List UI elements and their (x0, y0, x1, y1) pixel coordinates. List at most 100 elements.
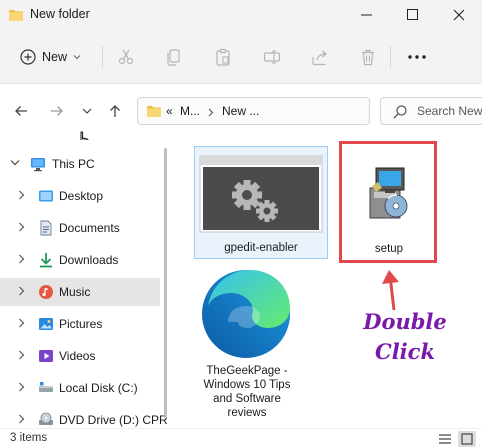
file-item-thegeekpage[interactable]: TheGeekPage - Windows 10 Tips and Softwa… (192, 260, 302, 420)
cut-button[interactable] (113, 44, 139, 70)
videos-icon (39, 350, 53, 362)
arrow-left-icon (15, 106, 27, 116)
file-name-line: and Software (213, 393, 281, 405)
toolbar-divider (390, 46, 391, 68)
details-view-icon (439, 434, 451, 444)
documents-icon (40, 220, 52, 236)
download-icon (40, 253, 52, 268)
paste-icon (216, 48, 230, 66)
folder-icon (146, 104, 162, 121)
monitor-icon (31, 158, 45, 172)
sidebar-item-desktop[interactable]: Desktop (0, 182, 160, 210)
copy-icon (167, 49, 180, 66)
double-click-annotation: Double Click (345, 307, 465, 367)
delete-button[interactable] (355, 44, 381, 70)
large-icons-view-icon (461, 433, 473, 445)
breadcrumb-segment[interactable]: New ... (222, 104, 259, 118)
chevron-right-icon (19, 222, 25, 232)
back-button[interactable] (10, 99, 32, 123)
sidebar-item-label: Local Disk (C:) (59, 381, 138, 395)
chevron-right-icon (208, 108, 214, 117)
navigation-pane: This PC Desktop Documents Downloads Musi… (0, 140, 168, 428)
plus-circle-icon (20, 49, 36, 65)
paste-button[interactable] (210, 44, 236, 70)
sidebar-item-label: Pictures (59, 317, 103, 331)
file-name: gpedit-enabler (224, 242, 298, 254)
music-icon (39, 285, 53, 299)
chevron-right-icon (19, 318, 25, 328)
maximize-icon (407, 9, 418, 20)
maximize-button[interactable] (390, 0, 436, 30)
dvd-icon (39, 412, 53, 425)
chevron-down-icon (10, 160, 20, 166)
cut-icon (118, 49, 134, 65)
sidebar-item-pictures[interactable]: Pictures (0, 310, 160, 338)
chevron-right-icon (19, 190, 25, 200)
highlight-box (339, 141, 437, 263)
breadcrumb-segment[interactable]: M... (180, 104, 200, 118)
file-list: gpedit-enabler setup TheGeekPage - Windo… (172, 140, 482, 428)
new-button[interactable]: New (14, 43, 87, 71)
delete-icon (362, 49, 374, 66)
sidebar-item-label: Downloads (59, 253, 119, 267)
search-box[interactable]: Search New (380, 97, 482, 125)
title-bar: New folder (0, 0, 482, 30)
chevron-down-icon (73, 55, 81, 60)
sidebar-item-label: This PC (52, 157, 95, 171)
sidebar-item-label: Videos (59, 349, 96, 363)
new-button-label: New (42, 50, 68, 64)
settings-app-icon (199, 155, 323, 233)
sidebar-scrollbar[interactable] (164, 148, 167, 418)
arrow-right-icon (51, 106, 63, 116)
sidebar-item-this-pc[interactable]: This PC (0, 150, 160, 178)
pictures-icon (39, 318, 53, 330)
annotation-arrow-icon (382, 270, 399, 311)
sidebar-item-label: Documents (59, 221, 120, 235)
search-icon (393, 105, 407, 119)
desktop-icon (39, 190, 53, 202)
chevron-right-icon (19, 350, 25, 360)
sidebar-item-label: Music (59, 285, 91, 299)
file-item-gpedit-enabler[interactable]: gpedit-enabler (194, 146, 328, 259)
minimize-button[interactable] (344, 0, 390, 30)
chevron-right-icon (19, 286, 25, 296)
file-name-line: TheGeekPage - (206, 365, 288, 377)
close-icon (453, 9, 465, 21)
edge-icon (202, 270, 290, 358)
address-bar[interactable]: « M... New ... (137, 97, 370, 125)
more-options-button[interactable] (404, 44, 430, 70)
chevron-right-icon (19, 254, 25, 264)
large-icons-view-button[interactable] (458, 431, 476, 447)
forward-button[interactable] (46, 99, 68, 123)
window-title: New folder (30, 7, 90, 21)
up-button[interactable] (104, 99, 126, 123)
sidebar-item-documents[interactable]: Documents (0, 214, 160, 242)
sidebar-item-music[interactable]: Music (0, 278, 160, 306)
rename-icon (263, 50, 281, 64)
copy-button[interactable] (161, 44, 187, 70)
sidebar-item-dvd-drive[interactable]: DVD Drive (D:) CPR (0, 406, 168, 428)
recent-locations-button[interactable] (76, 99, 98, 123)
item-count: 3 items (10, 432, 48, 444)
details-view-button[interactable] (436, 431, 454, 447)
address-row: « M... New ... Search New (0, 85, 482, 137)
sidebar-item-downloads[interactable]: Downloads (0, 246, 160, 274)
rename-button[interactable] (259, 44, 285, 70)
sidebar-item-label: Desktop (59, 189, 104, 203)
toolbar-divider (102, 46, 103, 68)
chevron-down-icon (82, 108, 92, 114)
more-icon (408, 55, 426, 59)
folder-icon (8, 8, 24, 25)
file-name-line: Windows 10 Tips (203, 379, 291, 391)
chevron-right-icon (19, 414, 25, 424)
close-button[interactable] (436, 0, 482, 30)
file-name-line: reviews (227, 407, 267, 419)
share-icon (312, 50, 327, 66)
arrow-up-icon (110, 105, 120, 117)
chevron-right-icon (19, 382, 25, 392)
sidebar-item-local-disk[interactable]: Local Disk (C:) (0, 374, 160, 402)
breadcrumb-overflow[interactable]: « (166, 104, 173, 118)
share-button[interactable] (307, 44, 333, 70)
sidebar-item-videos[interactable]: Videos (0, 342, 160, 370)
status-bar: 3 items (0, 428, 482, 448)
